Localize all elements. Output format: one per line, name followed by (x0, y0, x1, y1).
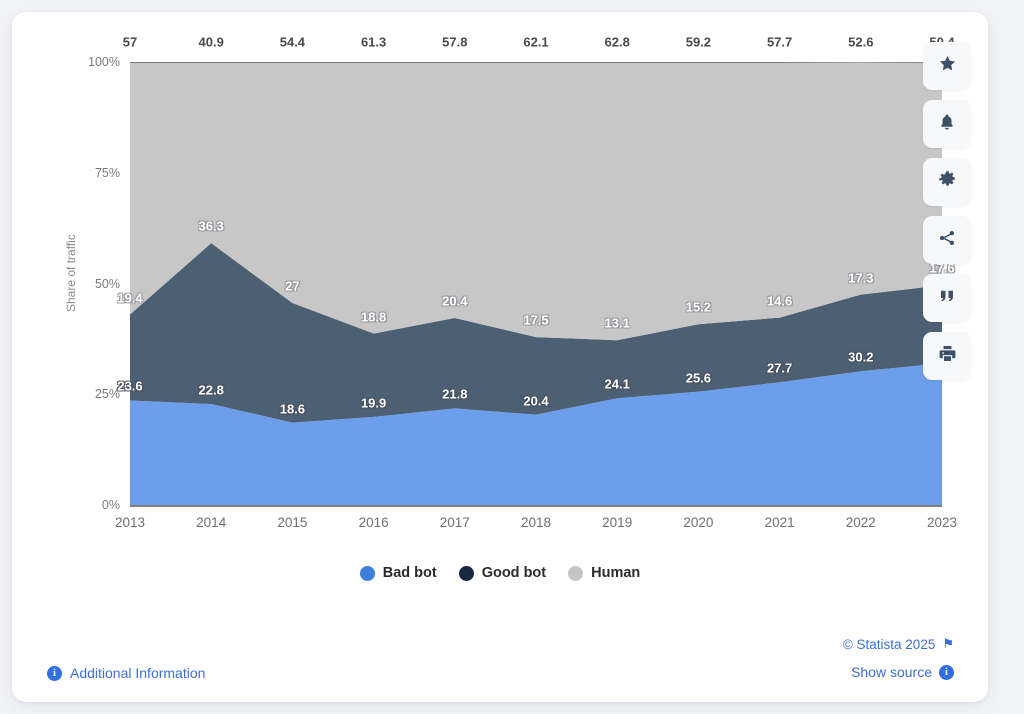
data-label-human: 59.2 (686, 35, 711, 50)
data-label-human: 62.1 (523, 35, 548, 50)
notification-button[interactable] (923, 100, 971, 148)
flag-icon: ⚑ (942, 636, 954, 652)
footer-right: © Statista 2025 ⚑ Show source i (843, 636, 954, 680)
show-source-label: Show source (851, 664, 932, 680)
info-icon: i (47, 666, 62, 681)
data-label-human: 40.9 (199, 35, 224, 50)
quote-icon (938, 287, 956, 310)
legend-dot (568, 566, 583, 581)
legend-label: Good bot (482, 565, 546, 581)
data-label-human: 54.4 (280, 35, 305, 50)
print-icon (938, 344, 957, 368)
y-axis-tick-label: 50% (95, 277, 120, 291)
legend-dot (360, 566, 375, 581)
legend-item-bad-bot[interactable]: Bad bot (360, 565, 437, 581)
chart-card: Share of traffic 0%25%50%75%100% 2013201… (12, 12, 988, 702)
x-axis-tick-label: 2016 (359, 515, 389, 530)
data-label-human: 61.3 (361, 35, 386, 50)
x-axis-tick-label: 2017 (440, 515, 470, 530)
x-axis-tick-label: 2018 (521, 515, 551, 530)
favorite-button[interactable] (923, 42, 971, 90)
additional-information-link[interactable]: i Additional Information (47, 665, 205, 681)
data-label-human: 57.8 (442, 35, 467, 50)
additional-information-label: Additional Information (70, 665, 205, 681)
star-icon (938, 54, 957, 78)
print-button[interactable] (923, 332, 971, 380)
stacked-area-series (130, 62, 942, 505)
x-axis-tick-label: 2014 (196, 515, 226, 530)
x-axis-tick-label: 2015 (277, 515, 307, 530)
x-axis-tick-label: 2023 (927, 515, 957, 530)
x-axis-tick-label: 2022 (846, 515, 876, 530)
statista-chart-page: Share of traffic 0%25%50%75%100% 2013201… (0, 0, 1024, 714)
settings-button[interactable] (923, 158, 971, 206)
data-label-human: 57 (123, 35, 137, 50)
copyright-link[interactable]: © Statista 2025 ⚑ (843, 636, 954, 652)
chart: Share of traffic 0%25%50%75%100% 2013201… (12, 12, 988, 612)
legend-label: Bad bot (383, 565, 437, 581)
data-label-human: 52.6 (848, 35, 873, 50)
plot-area: 0%25%50%75%100% 201320142015201620172018… (130, 62, 942, 505)
y-axis-tick-label: 0% (102, 498, 120, 512)
legend-dot (459, 566, 474, 581)
share-icon (938, 229, 956, 252)
x-axis-tick-label: 2020 (683, 515, 713, 530)
legend-item-good-bot[interactable]: Good bot (459, 565, 546, 581)
show-source-link[interactable]: Show source i (843, 664, 954, 680)
x-axis-tick-label: 2021 (765, 515, 795, 530)
x-axis-tick-label: 2019 (602, 515, 632, 530)
copyright-label: © Statista 2025 (843, 637, 936, 652)
bell-icon (938, 113, 956, 136)
x-axis-line (130, 505, 942, 507)
x-axis-tick-label: 2013 (115, 515, 145, 530)
share-button[interactable] (923, 216, 971, 264)
legend-item-human[interactable]: Human (568, 565, 640, 581)
gear-icon (938, 170, 957, 194)
y-axis-tick-label: 25% (95, 387, 120, 401)
legend-label: Human (591, 565, 640, 581)
data-label-human: 62.8 (605, 35, 630, 50)
citation-button[interactable] (923, 274, 971, 322)
y-axis-tick-label: 100% (88, 55, 120, 69)
y-axis-tick-label: 75% (95, 166, 120, 180)
y-axis-title: Share of traffic (64, 234, 78, 312)
data-label-human: 57.7 (767, 35, 792, 50)
chart-toolbar (923, 42, 971, 380)
info-icon: i (939, 665, 954, 680)
chart-legend: Bad bot Good bot Human (12, 565, 988, 581)
